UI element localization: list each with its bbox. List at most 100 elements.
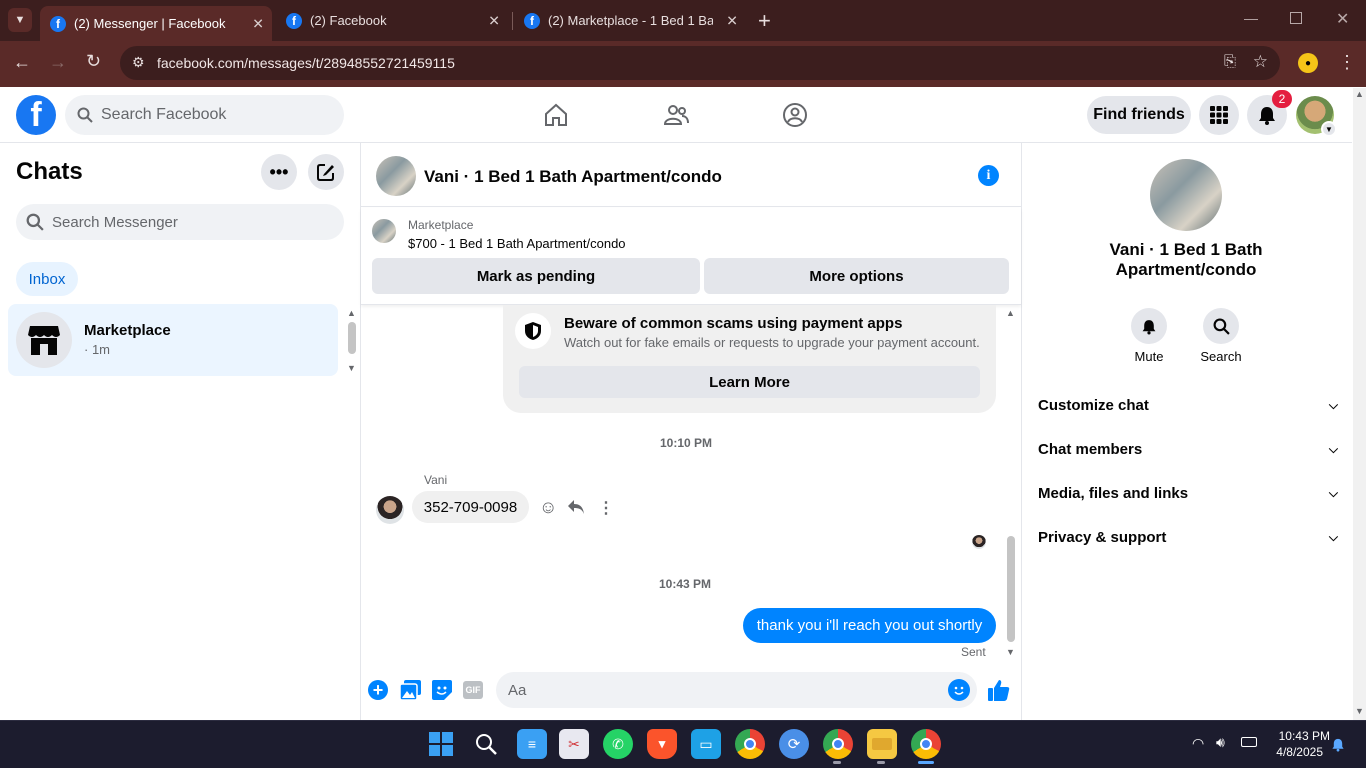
chats-scrollbar[interactable] (348, 322, 356, 354)
new-message-button[interactable] (308, 154, 344, 190)
scroll-down-arrow[interactable]: ▼ (1355, 706, 1364, 716)
forward-arrow-icon[interactable]: → (49, 52, 67, 73)
add-plus-icon[interactable]: + (368, 680, 388, 700)
new-tab-button[interactable]: + (758, 8, 771, 34)
listing-title[interactable]: $700 - 1 Bed 1 Bath Apartment/condo (408, 236, 626, 251)
brave-browser-icon[interactable]: ▾ (647, 729, 677, 759)
close-icon[interactable]: ✕ (488, 12, 500, 29)
photo-icon[interactable] (400, 680, 421, 700)
conversation-scrollbar[interactable] (1007, 536, 1015, 642)
outgoing-message[interactable]: thank you i'll reach you out shortly (743, 608, 996, 643)
emoji-icon[interactable] (948, 679, 970, 701)
scroll-down-arrow[interactable]: ▼ (347, 363, 356, 373)
scroll-up-arrow[interactable]: ▲ (347, 308, 356, 318)
page-scrollbar[interactable] (1353, 88, 1366, 720)
chat-avatar[interactable] (376, 156, 416, 196)
tab-messenger[interactable]: f (2) Messenger | Facebook ✕ (40, 6, 272, 41)
listing-thumbnail[interactable] (372, 219, 396, 243)
wifi-icon[interactable]: ◠ (1192, 735, 1204, 752)
whatsapp-icon[interactable]: ✆ (603, 729, 633, 759)
clock-time[interactable]: 10:43 PM (1270, 729, 1330, 743)
inbox-filter-tab[interactable]: Inbox (16, 262, 78, 296)
conversation-meta: · 1m (84, 342, 110, 357)
reload-icon[interactable]: ↻ (86, 51, 101, 72)
privacy-support-section[interactable]: Privacy & support ⌵ (1038, 525, 1338, 549)
section-label: Chat members (1038, 440, 1143, 458)
install-app-icon[interactable]: ⎘ (1224, 53, 1236, 70)
close-icon[interactable]: ✕ (252, 15, 264, 32)
file-explorer-icon[interactable] (867, 729, 897, 759)
mark-as-pending-button[interactable]: Mark as pending (372, 258, 700, 294)
scroll-up-arrow[interactable]: ▲ (1355, 89, 1364, 99)
browser-menu-icon[interactable]: ⋮ (1338, 52, 1356, 73)
friends-icon[interactable] (663, 102, 689, 128)
more-options-button[interactable]: More options (704, 258, 1009, 294)
scroll-up-arrow[interactable]: ▲ (1006, 308, 1015, 318)
find-friends-button[interactable]: Find friends (1087, 96, 1191, 134)
message-timestamp: 10:10 PM (660, 436, 713, 450)
tab-search-button[interactable]: ▼ (8, 8, 32, 32)
search-in-chat-button[interactable] (1203, 308, 1239, 344)
conversation-title[interactable]: Vani · 1 Bed 1 Bath Apartment/condo (424, 167, 722, 187)
windows-taskbar (0, 720, 1366, 768)
info-icon[interactable]: i (978, 165, 999, 186)
chats-options-button[interactable]: ••• (261, 154, 297, 190)
close-icon[interactable]: ✕ (726, 12, 738, 29)
clock-date[interactable]: 4/8/2025 (1270, 745, 1323, 759)
reply-icon[interactable] (567, 499, 585, 515)
incoming-message[interactable]: 352-709-0098 (412, 491, 529, 523)
bell-icon (1142, 319, 1156, 334)
gif-icon[interactable]: GIF (463, 681, 483, 699)
menu-grid-button[interactable] (1199, 95, 1239, 135)
chrome-profile-icon[interactable] (823, 729, 853, 759)
url-field[interactable]: ⚙ facebook.com/messages/t/28948552721459… (120, 46, 1280, 80)
chat-members-section[interactable]: Chat members ⌵ (1038, 437, 1338, 461)
facebook-logo-icon[interactable]: f (16, 95, 56, 135)
close-window-button[interactable]: ✕ (1336, 9, 1349, 29)
compose-icon (317, 164, 334, 181)
sender-avatar[interactable] (376, 496, 404, 524)
section-label: Media, files and links (1038, 484, 1189, 502)
snipping-tool-icon[interactable]: ✂ (559, 729, 589, 759)
bookmark-star-icon[interactable]: ☆ (1253, 52, 1268, 72)
chevron-down-icon: ⌵ (1328, 397, 1338, 412)
sticker-icon[interactable] (432, 680, 452, 700)
react-emoji-icon[interactable]: ☺ (539, 497, 557, 518)
contact-avatar[interactable] (1150, 159, 1222, 231)
volume-icon[interactable]: 🔊︎ (1216, 734, 1225, 751)
chrome-icon[interactable] (735, 729, 765, 759)
more-vertical-icon[interactable]: ⋮ (598, 498, 614, 518)
learn-more-button[interactable]: Learn More (519, 366, 980, 398)
customize-chat-section[interactable]: Customize chat ⌵ (1038, 393, 1338, 417)
maximize-button[interactable] (1290, 12, 1302, 24)
remote-desktop-icon[interactable]: ▭ (691, 729, 721, 759)
messenger-search-input[interactable]: Search Messenger (16, 204, 344, 240)
section-label: Privacy & support (1038, 528, 1167, 546)
notepad-icon[interactable]: ≡ (517, 729, 547, 759)
mute-button[interactable] (1131, 308, 1167, 344)
home-icon[interactable] (543, 102, 569, 128)
chevron-down-icon[interactable]: ▼ (1321, 121, 1337, 137)
search-icon[interactable] (475, 733, 497, 755)
chrome-active-icon[interactable] (911, 729, 941, 759)
site-settings-icon[interactable]: ⚙ (132, 54, 145, 71)
groups-icon[interactable] (782, 102, 808, 128)
windows-start-icon[interactable] (429, 732, 453, 756)
tab-facebook[interactable]: f (2) Facebook ✕ (276, 6, 508, 35)
battery-icon[interactable] (1241, 737, 1257, 747)
message-input[interactable]: Aa (496, 672, 977, 708)
profile-icon[interactable]: ● (1298, 53, 1318, 73)
active-indicator (918, 761, 934, 764)
thumbs-up-icon[interactable] (988, 679, 1010, 701)
minimize-button[interactable]: — (1244, 10, 1258, 26)
tab-marketplace[interactable]: f (2) Marketplace - 1 Bed 1 Bath A ✕ (514, 6, 746, 35)
scroll-down-arrow[interactable]: ▼ (1006, 647, 1015, 657)
media-files-links-section[interactable]: Media, files and links ⌵ (1038, 481, 1338, 505)
facebook-search-input[interactable]: Search Facebook (65, 95, 344, 135)
back-arrow-icon[interactable]: ← (13, 52, 31, 73)
grid-icon (1210, 106, 1228, 124)
notification-bell-icon[interactable] (1331, 737, 1345, 752)
bell-icon (1259, 107, 1275, 125)
sync-app-icon[interactable]: ⟳ (779, 729, 809, 759)
running-indicator (877, 761, 885, 764)
